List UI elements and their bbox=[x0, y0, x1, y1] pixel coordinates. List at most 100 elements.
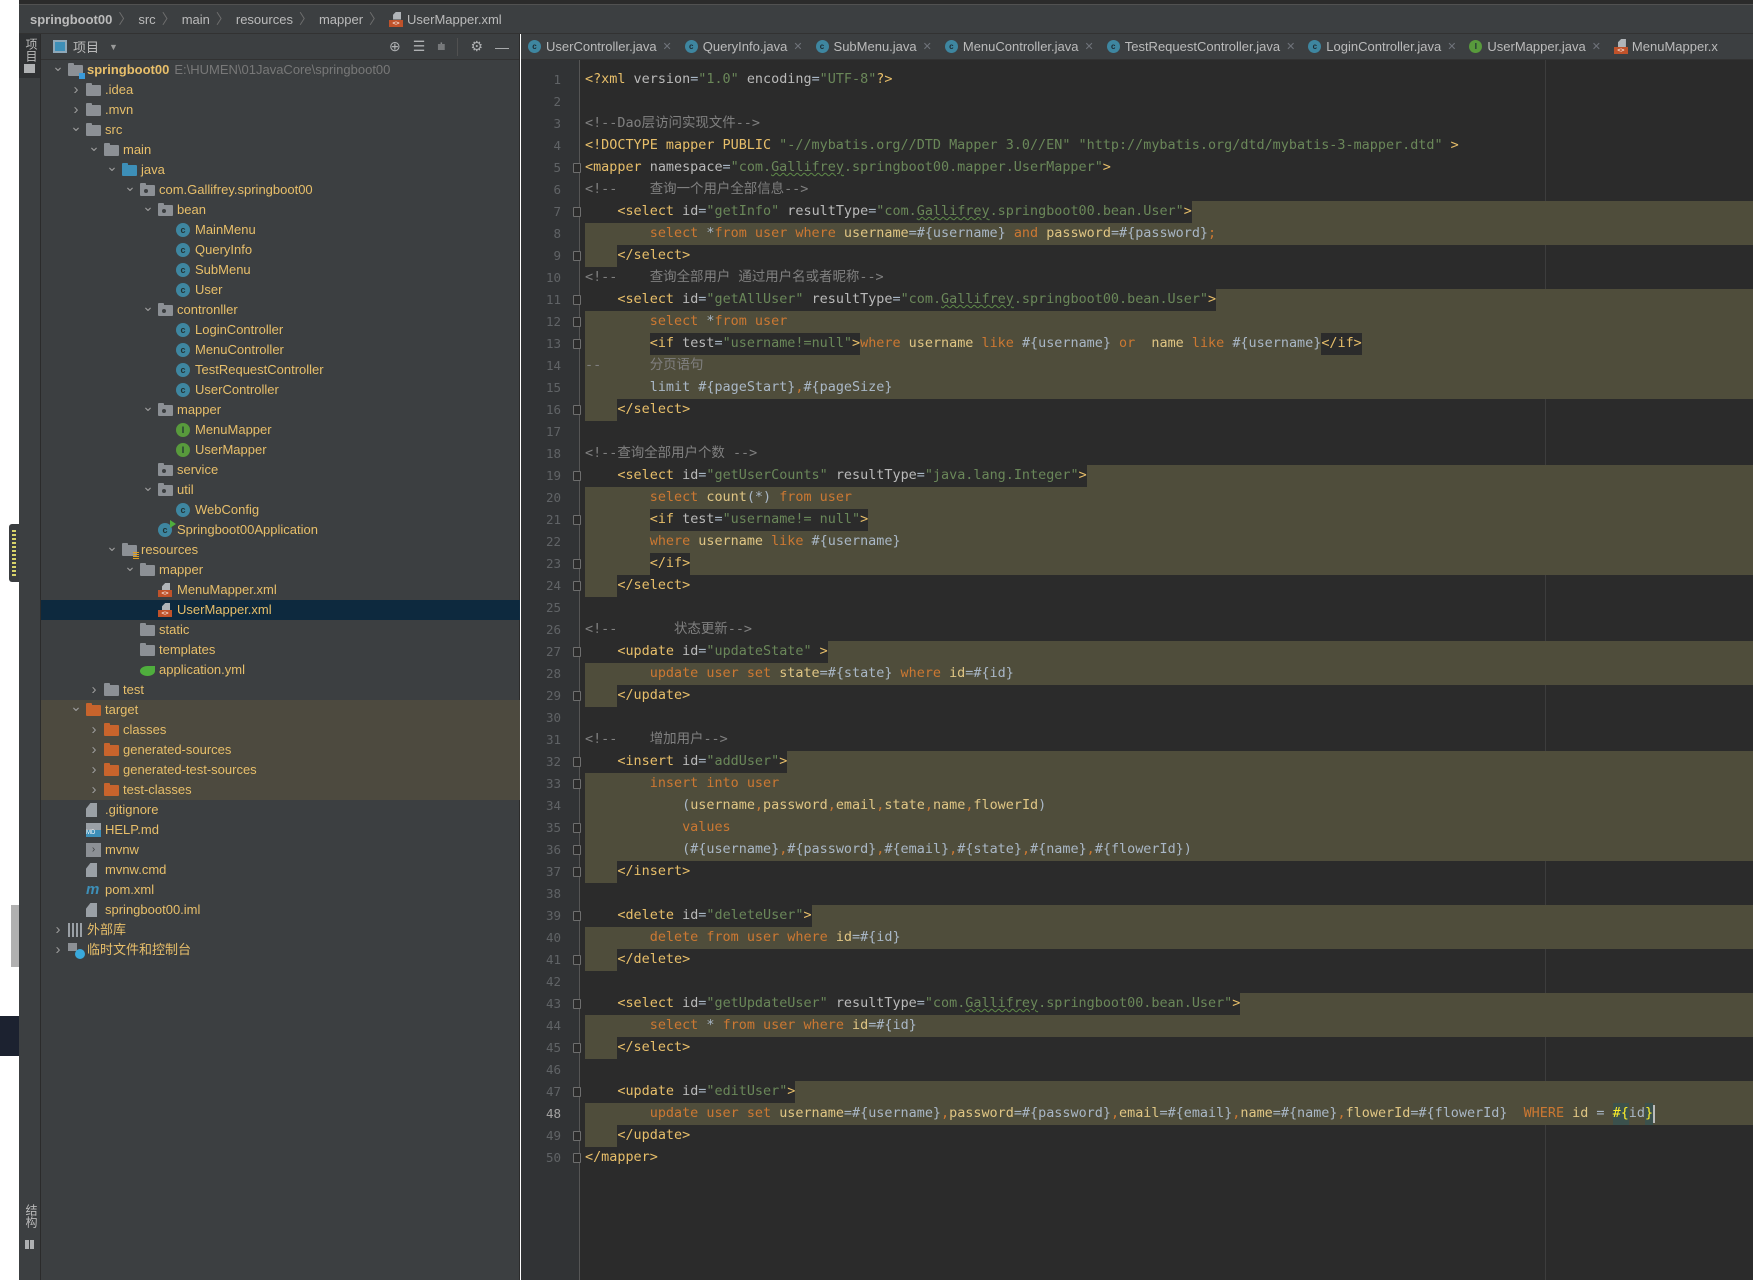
tree-item[interactable]: springboot00.iml bbox=[41, 900, 520, 920]
code-line[interactable]: </select> bbox=[585, 245, 1753, 267]
project-view-title[interactable]: 项目 bbox=[73, 37, 99, 56]
code-line[interactable]: <!-- 查询全部用户 通过用户名或者昵称--> bbox=[585, 267, 1753, 289]
project-tool-button[interactable]: 项目 bbox=[19, 34, 40, 78]
tab-usercontroller-java[interactable]: c UserController.java ✕ bbox=[521, 34, 678, 59]
tab-logincontroller-java[interactable]: c LoginController.java ✕ bbox=[1301, 34, 1462, 59]
tree-item[interactable]: UserMapper.xml bbox=[41, 600, 520, 620]
close-icon[interactable]: ✕ bbox=[923, 40, 932, 53]
code-line[interactable]: update user set username =#{username}, pas… bbox=[585, 1103, 1753, 1125]
chevron-down-icon[interactable]: ⌄ bbox=[106, 536, 118, 556]
close-icon[interactable]: ✕ bbox=[1447, 40, 1456, 53]
code-line[interactable]: where username like #{username} bbox=[585, 531, 1753, 553]
code-line[interactable]: <!-- 状态更新--> bbox=[585, 619, 1753, 641]
breadcrumb-item[interactable]: resources bbox=[236, 12, 293, 27]
tree-item[interactable]: › 临时文件和控制台 bbox=[41, 940, 520, 960]
tree-item[interactable]: ⌄ springboot00 E:\HUMEN\01JavaCore\springb… bbox=[41, 58, 520, 80]
tree-item[interactable]: c User bbox=[41, 280, 520, 300]
code-line[interactable]: <!--查询全部用户个数 --> bbox=[585, 443, 1753, 465]
tree-item[interactable]: I UserMapper bbox=[41, 440, 520, 460]
fold-marker-icon[interactable] bbox=[573, 911, 581, 921]
code-line[interactable]: </insert> bbox=[585, 861, 1753, 883]
fold-marker-icon[interactable] bbox=[573, 1087, 581, 1097]
chevron-down-icon[interactable]: ⌄ bbox=[106, 156, 118, 176]
chevron-down-icon[interactable]: ⌄ bbox=[124, 556, 136, 576]
code-line[interactable]: </update> bbox=[585, 685, 1753, 707]
fold-marker-icon[interactable] bbox=[573, 163, 581, 173]
code-line[interactable] bbox=[585, 1059, 1753, 1081]
fold-marker-icon[interactable] bbox=[573, 647, 581, 657]
tree-item[interactable]: c LoginController bbox=[41, 320, 520, 340]
tree-item[interactable]: ⌄ com.Gallifrey.springboot00 bbox=[41, 178, 520, 200]
tree-item[interactable]: c MainMenu bbox=[41, 220, 520, 240]
fold-marker-icon[interactable] bbox=[573, 405, 581, 415]
code-line[interactable]: insert into user bbox=[585, 773, 1753, 795]
tree-item[interactable]: c MenuController bbox=[41, 340, 520, 360]
code-line[interactable]: <update id = "editUser" > bbox=[585, 1081, 1753, 1103]
tree-item[interactable]: application.yml bbox=[41, 660, 520, 680]
tab-queryinfo-java[interactable]: c QueryInfo.java ✕ bbox=[678, 34, 809, 59]
tab-submenu-java[interactable]: c SubMenu.java ✕ bbox=[809, 34, 938, 59]
tree-item[interactable]: c UserController bbox=[41, 380, 520, 400]
tree-item[interactable]: › mvnw bbox=[41, 840, 520, 860]
expand-all-icon[interactable]: ☰ bbox=[413, 38, 426, 55]
tree-item[interactable]: ⌄ mapper bbox=[41, 398, 520, 420]
tree-item[interactable]: ⌄ util bbox=[41, 478, 520, 500]
tree-item[interactable]: › test-classes bbox=[41, 780, 520, 800]
fold-marker-icon[interactable] bbox=[573, 823, 581, 833]
tree-item[interactable]: ⌄ target bbox=[41, 698, 520, 720]
fold-marker-icon[interactable] bbox=[573, 1131, 581, 1141]
chevron-right-icon[interactable]: › bbox=[88, 780, 100, 800]
chevron-right-icon[interactable]: › bbox=[88, 680, 100, 700]
code-line[interactable]: <select id = "getInfo" resultType = "com. Gal… bbox=[585, 201, 1753, 223]
code-line[interactable]: <!-- 增加用户--> bbox=[585, 729, 1753, 751]
chevron-down-icon[interactable]: ⌄ bbox=[142, 296, 154, 316]
code-line[interactable] bbox=[585, 91, 1753, 113]
code-line[interactable]: <!-- 查询一个用户全部信息--> bbox=[585, 179, 1753, 201]
code-line[interactable]: </select> bbox=[585, 575, 1753, 597]
tree-item[interactable]: m pom.xml bbox=[41, 880, 520, 900]
tree-item[interactable]: ⌄ java bbox=[41, 158, 520, 180]
fold-marker-icon[interactable] bbox=[573, 207, 581, 217]
breadcrumb-item[interactable]: src bbox=[138, 12, 155, 27]
breadcrumb-item[interactable]: springboot00 bbox=[30, 12, 112, 27]
chevron-down-icon[interactable]: ⌄ bbox=[70, 116, 82, 136]
code-line[interactable]: <if test = "username!= null" > bbox=[585, 509, 1753, 531]
fold-marker-icon[interactable] bbox=[573, 1043, 581, 1053]
tree-item[interactable]: I MenuMapper bbox=[41, 420, 520, 440]
code-line[interactable]: -- 分页语句 bbox=[585, 355, 1753, 377]
code-line[interactable]: (username, password, email, state, name, flow… bbox=[585, 795, 1753, 817]
fold-marker-icon[interactable] bbox=[573, 295, 581, 305]
code-line[interactable]: </mapper> bbox=[585, 1147, 1753, 1169]
close-icon[interactable]: ✕ bbox=[663, 40, 672, 53]
code-line[interactable]: select * from user where username =#{usern… bbox=[585, 223, 1753, 245]
close-icon[interactable]: ✕ bbox=[1085, 40, 1094, 53]
tree-item[interactable]: › classes bbox=[41, 720, 520, 740]
tree-item[interactable]: c QueryInfo bbox=[41, 240, 520, 260]
tree-item[interactable]: mvnw.cmd bbox=[41, 860, 520, 880]
tree-item[interactable]: ⌄ resources bbox=[41, 538, 520, 560]
fold-marker-icon[interactable] bbox=[573, 955, 581, 965]
fold-marker-icon[interactable] bbox=[573, 317, 581, 327]
code-line[interactable]: <if test = "username!=null" > where username… bbox=[585, 333, 1753, 355]
code-line[interactable] bbox=[585, 971, 1753, 993]
code-line[interactable]: </if> bbox=[585, 553, 1753, 575]
tree-item[interactable]: ⌄ src bbox=[41, 118, 520, 140]
code-line[interactable]: <update id = "updateState" > bbox=[585, 641, 1753, 663]
code-line[interactable]: (#{username}, #{password}, #{email}, #{stat… bbox=[585, 839, 1753, 861]
code-line[interactable]: update user set state =#{state} where id =… bbox=[585, 663, 1753, 685]
tree-item[interactable]: › test bbox=[41, 680, 520, 700]
code-line[interactable]: </delete> bbox=[585, 949, 1753, 971]
code-line[interactable]: <!DOCTYPE mapper PUBLIC "-//mybatis.org/… bbox=[585, 135, 1753, 157]
fold-marker-icon[interactable] bbox=[573, 515, 581, 525]
fold-marker-icon[interactable] bbox=[573, 779, 581, 789]
tab-usermapper-java[interactable]: I UserMapper.java ✕ bbox=[1462, 34, 1607, 59]
tree-item[interactable]: ⌄ mapper bbox=[41, 558, 520, 580]
minimize-icon[interactable]: — bbox=[495, 39, 509, 55]
dropdown-caret-icon[interactable]: ▼ bbox=[109, 42, 118, 52]
code-line[interactable]: values bbox=[585, 817, 1753, 839]
collapse-all-icon[interactable]: ⩧ bbox=[437, 38, 445, 55]
locate-icon[interactable]: ⊕ bbox=[389, 38, 401, 55]
fold-marker-icon[interactable] bbox=[573, 581, 581, 591]
code-line[interactable]: select * from user bbox=[585, 311, 1753, 333]
tree-item[interactable]: MD HELP.md bbox=[41, 820, 520, 840]
